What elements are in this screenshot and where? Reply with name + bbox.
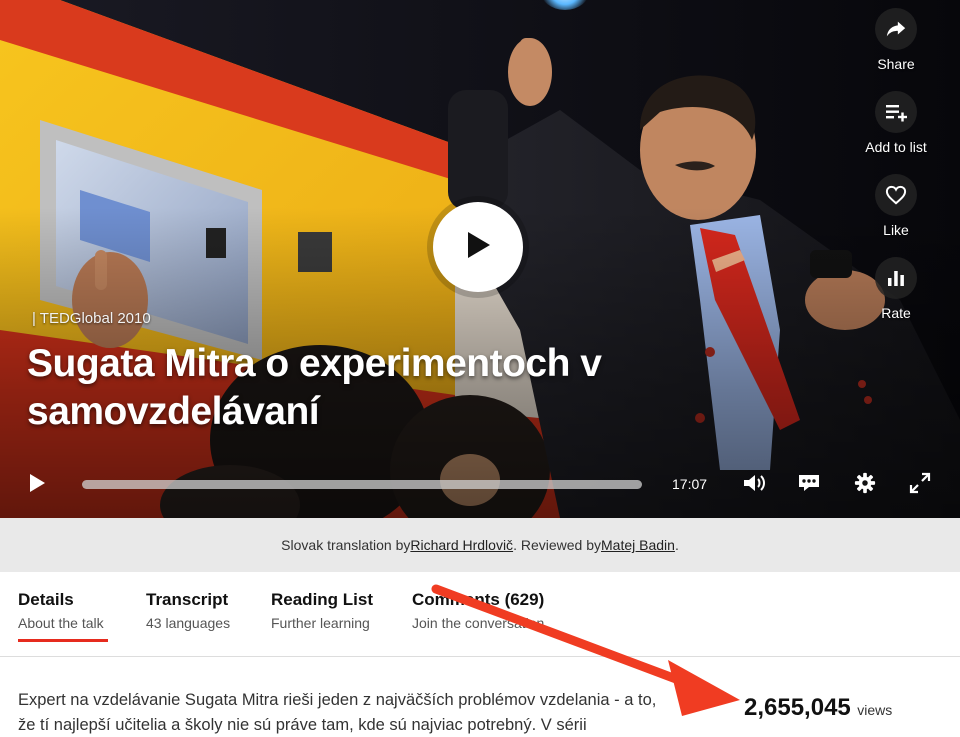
volume-icon: [742, 473, 766, 498]
tab-transcript-title: Transcript: [146, 590, 229, 609]
add-to-list-icon: [875, 91, 917, 133]
views-number: 2,655,045: [744, 694, 851, 721]
duration-label: 17:07: [672, 476, 708, 492]
share-label: Share: [877, 56, 915, 72]
tab-comments-subtitle: Join the conversation: [412, 615, 545, 631]
volume-button[interactable]: [740, 472, 768, 498]
translation-middle: . Reviewed by: [513, 537, 601, 553]
gear-icon: [854, 472, 876, 499]
like-label: Like: [883, 222, 909, 238]
tab-details[interactable]: Details About the talk: [18, 590, 108, 642]
talk-description: Expert na vzdelávanie Sugata Mitra rieši…: [18, 688, 698, 737]
talk-title: Sugata Mitra o experimentoch v samovzdel…: [27, 342, 602, 433]
view-count: 2,655,045 views: [744, 694, 892, 722]
play-icon: [28, 473, 46, 498]
share-icon: [875, 8, 917, 50]
rate-label: Rate: [881, 305, 911, 321]
tab-comments[interactable]: Comments (629) Join the conversation: [412, 590, 544, 631]
reviewer-link[interactable]: Matej Badin: [601, 537, 675, 553]
translation-credits: Slovak translation by Richard Hrdlovič .…: [0, 518, 960, 572]
tab-details-title: Details: [18, 590, 74, 609]
big-play-button[interactable]: [433, 202, 523, 292]
subtitles-button[interactable]: [795, 472, 823, 498]
tab-transcript-subtitle: 43 languages: [146, 615, 231, 631]
bar-chart-icon: [875, 257, 917, 299]
tab-transcript[interactable]: Transcript 43 languages: [146, 590, 230, 631]
views-label: views: [857, 702, 893, 718]
add-to-list-label: Add to list: [865, 139, 927, 155]
share-button[interactable]: Share: [846, 8, 946, 91]
translation-suffix: .: [674, 537, 679, 553]
tab-reading-list-subtitle: Further learning: [271, 615, 370, 631]
tab-reading-list-title: Reading List: [271, 590, 374, 609]
heart-icon: [875, 174, 917, 216]
play-pause-button[interactable]: [24, 472, 50, 498]
talk-tabs: Details About the talk Transcript 43 lan…: [0, 572, 960, 657]
progress-bar[interactable]: [82, 480, 642, 489]
fullscreen-button[interactable]: [906, 472, 934, 498]
tab-reading-list[interactable]: Reading List Further learning: [271, 590, 373, 631]
tab-comments-title: Comments (629): [412, 590, 545, 609]
tab-details-subtitle: About the talk: [18, 615, 104, 631]
video-control-bar: 17:07: [0, 462, 960, 510]
side-action-list: Share Add to list Like Rate: [846, 8, 946, 340]
rate-button[interactable]: Rate: [846, 257, 946, 340]
like-button[interactable]: Like: [846, 174, 946, 257]
video-player[interactable]: Share Add to list Like Rate | TEDGlobal …: [0, 0, 960, 518]
translator-link[interactable]: Richard Hrdlovič: [410, 537, 513, 553]
add-to-list-button[interactable]: Add to list: [846, 91, 946, 174]
subtitles-icon: [797, 473, 821, 498]
fullscreen-icon: [909, 472, 931, 499]
translation-prefix: Slovak translation by: [281, 537, 411, 553]
description-line: Expert na vzdelávanie Sugata Mitra rieši…: [18, 691, 657, 709]
settings-button[interactable]: [851, 472, 879, 498]
event-name[interactable]: | TEDGlobal 2010: [32, 310, 151, 327]
play-icon: [464, 230, 492, 265]
active-tab-indicator: [18, 639, 108, 642]
description-line: že tí najlepší učitelia a školy nie sú p…: [18, 716, 587, 734]
